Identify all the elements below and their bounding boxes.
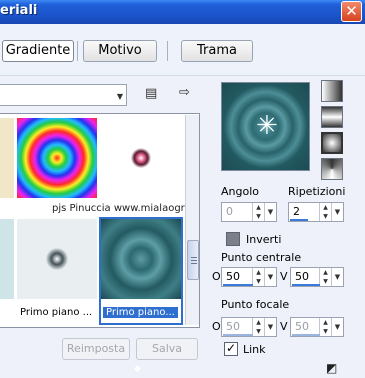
repeats-value: 2 [293, 205, 300, 218]
reset-button[interactable]: Reimposta [62, 338, 130, 360]
focal-h-spinner[interactable]: 50 ▲ ▼ ▼ [221, 317, 277, 337]
grip-line [191, 257, 197, 258]
chevron-down-icon: ▼ [116, 92, 123, 101]
focal-h-slider-bar [223, 334, 253, 336]
center-v-slider-bar [292, 284, 320, 286]
gradient-thumb-4[interactable] [0, 219, 14, 299]
title-bar: eriali ✕ [0, 0, 365, 24]
tab-separator [77, 41, 78, 61]
center-v-value: 50 [295, 270, 309, 283]
center-v-label: V [280, 270, 288, 283]
spin-arrows-icon[interactable]: ▲ ▼ [252, 203, 264, 221]
grip-line [191, 263, 197, 264]
spin-arrows-icon[interactable]: ▲ ▼ [319, 268, 331, 286]
angle-label: Angolo [221, 185, 259, 198]
grip-line [191, 260, 197, 261]
gradient-browser: pjs Pinuccia www.mialaografica.eu Primo … [0, 113, 200, 328]
scroll-thumb[interactable] [187, 240, 199, 280]
arrow-right-icon[interactable]: ⇨ [179, 85, 190, 100]
chevron-down-icon[interactable]: ▼ [331, 203, 343, 221]
diamond-marker-icon: ◆ [134, 364, 141, 374]
center-h-spinner[interactable]: 50 ▲ ▼ ▼ [221, 267, 277, 287]
focal-h-label: O [212, 320, 221, 333]
focal-v-spinner[interactable]: 50 ▲ ▼ ▼ [290, 317, 344, 337]
gradient-thumb-2[interactable] [17, 118, 97, 198]
gradient-thumb-1[interactable] [0, 118, 14, 198]
focal-point-label: Punto focale [221, 298, 290, 311]
link-label: Link [243, 343, 266, 356]
checkmark-icon: ✓ [226, 341, 237, 355]
center-h-slider-bar [223, 284, 253, 286]
chevron-down-icon[interactable]: ▼ [264, 203, 276, 221]
sunburst-style-button[interactable] [321, 158, 343, 180]
gradient-preview[interactable]: ✳ [221, 82, 310, 171]
rectangular-style-button[interactable] [321, 106, 343, 128]
chevron-down-icon[interactable]: ▼ [264, 318, 276, 336]
focal-h-value: 50 [226, 320, 240, 333]
thumb-label-5: Primo piano ... [20, 307, 93, 318]
center-point-label: Punto centrale [221, 251, 302, 264]
radial-style-button[interactable] [321, 132, 343, 154]
chevron-down-icon[interactable]: ▼ [264, 268, 276, 286]
gradient-thumb-5[interactable] [17, 219, 97, 299]
focal-v-value: 50 [295, 320, 309, 333]
chevron-down-icon[interactable]: ▼ [331, 268, 343, 286]
spin-arrows-icon[interactable]: ▲ ▼ [319, 203, 331, 221]
angle-value: 0 [226, 205, 233, 218]
spin-arrows-icon[interactable]: ▲ ▼ [252, 268, 264, 286]
window-title: eriali [0, 3, 38, 18]
spin-arrows-icon[interactable]: ▲ ▼ [319, 318, 331, 336]
spin-arrows-icon[interactable]: ▲ ▼ [252, 318, 264, 336]
linear-style-button[interactable] [321, 80, 343, 102]
repeats-label: Ripetizioni [288, 185, 346, 198]
tab-gradiente[interactable]: Gradiente [2, 40, 74, 62]
edit-gradient-icon[interactable]: ◩ [326, 361, 337, 375]
thumb-label-6: Primo piano... [103, 307, 178, 318]
gradient-thumb-6[interactable] [101, 219, 181, 299]
chevron-down-icon[interactable]: ▼ [331, 318, 343, 336]
category-dropdown[interactable]: ▼ [0, 84, 127, 106]
center-v-spinner[interactable]: 50 ▲ ▼ ▼ [290, 267, 344, 287]
focal-v-slider-bar [292, 334, 320, 336]
focal-v-label: V [280, 320, 288, 333]
repeats-spinner[interactable]: 2 ▲ ▼ ▼ [288, 202, 344, 222]
browser-scrollbar[interactable] [185, 115, 199, 325]
angle-spinner[interactable]: 0 ▲ ▼ ▼ [221, 202, 277, 222]
close-button[interactable]: ✕ [341, 1, 362, 22]
repeats-slider-bar [290, 219, 308, 221]
center-crosshair-icon: ✳ [256, 111, 278, 141]
tab-motivo[interactable]: Motivo [83, 40, 157, 62]
watermark-text: pjs Pinuccia www.mialaografica.eu [52, 203, 199, 214]
gradient-thumb-3[interactable] [101, 118, 181, 198]
tab-separator [167, 41, 168, 61]
save-button[interactable]: Salva [136, 338, 198, 360]
tab-trama[interactable]: Trama [181, 40, 253, 62]
center-h-label: O [212, 270, 221, 283]
resource-manager-icon[interactable]: ▤ [145, 86, 157, 101]
invert-checkbox[interactable] [226, 232, 240, 246]
invert-label: Inverti [246, 233, 282, 246]
link-checkbox[interactable]: ✓ [224, 341, 238, 356]
center-h-value: 50 [226, 270, 240, 283]
